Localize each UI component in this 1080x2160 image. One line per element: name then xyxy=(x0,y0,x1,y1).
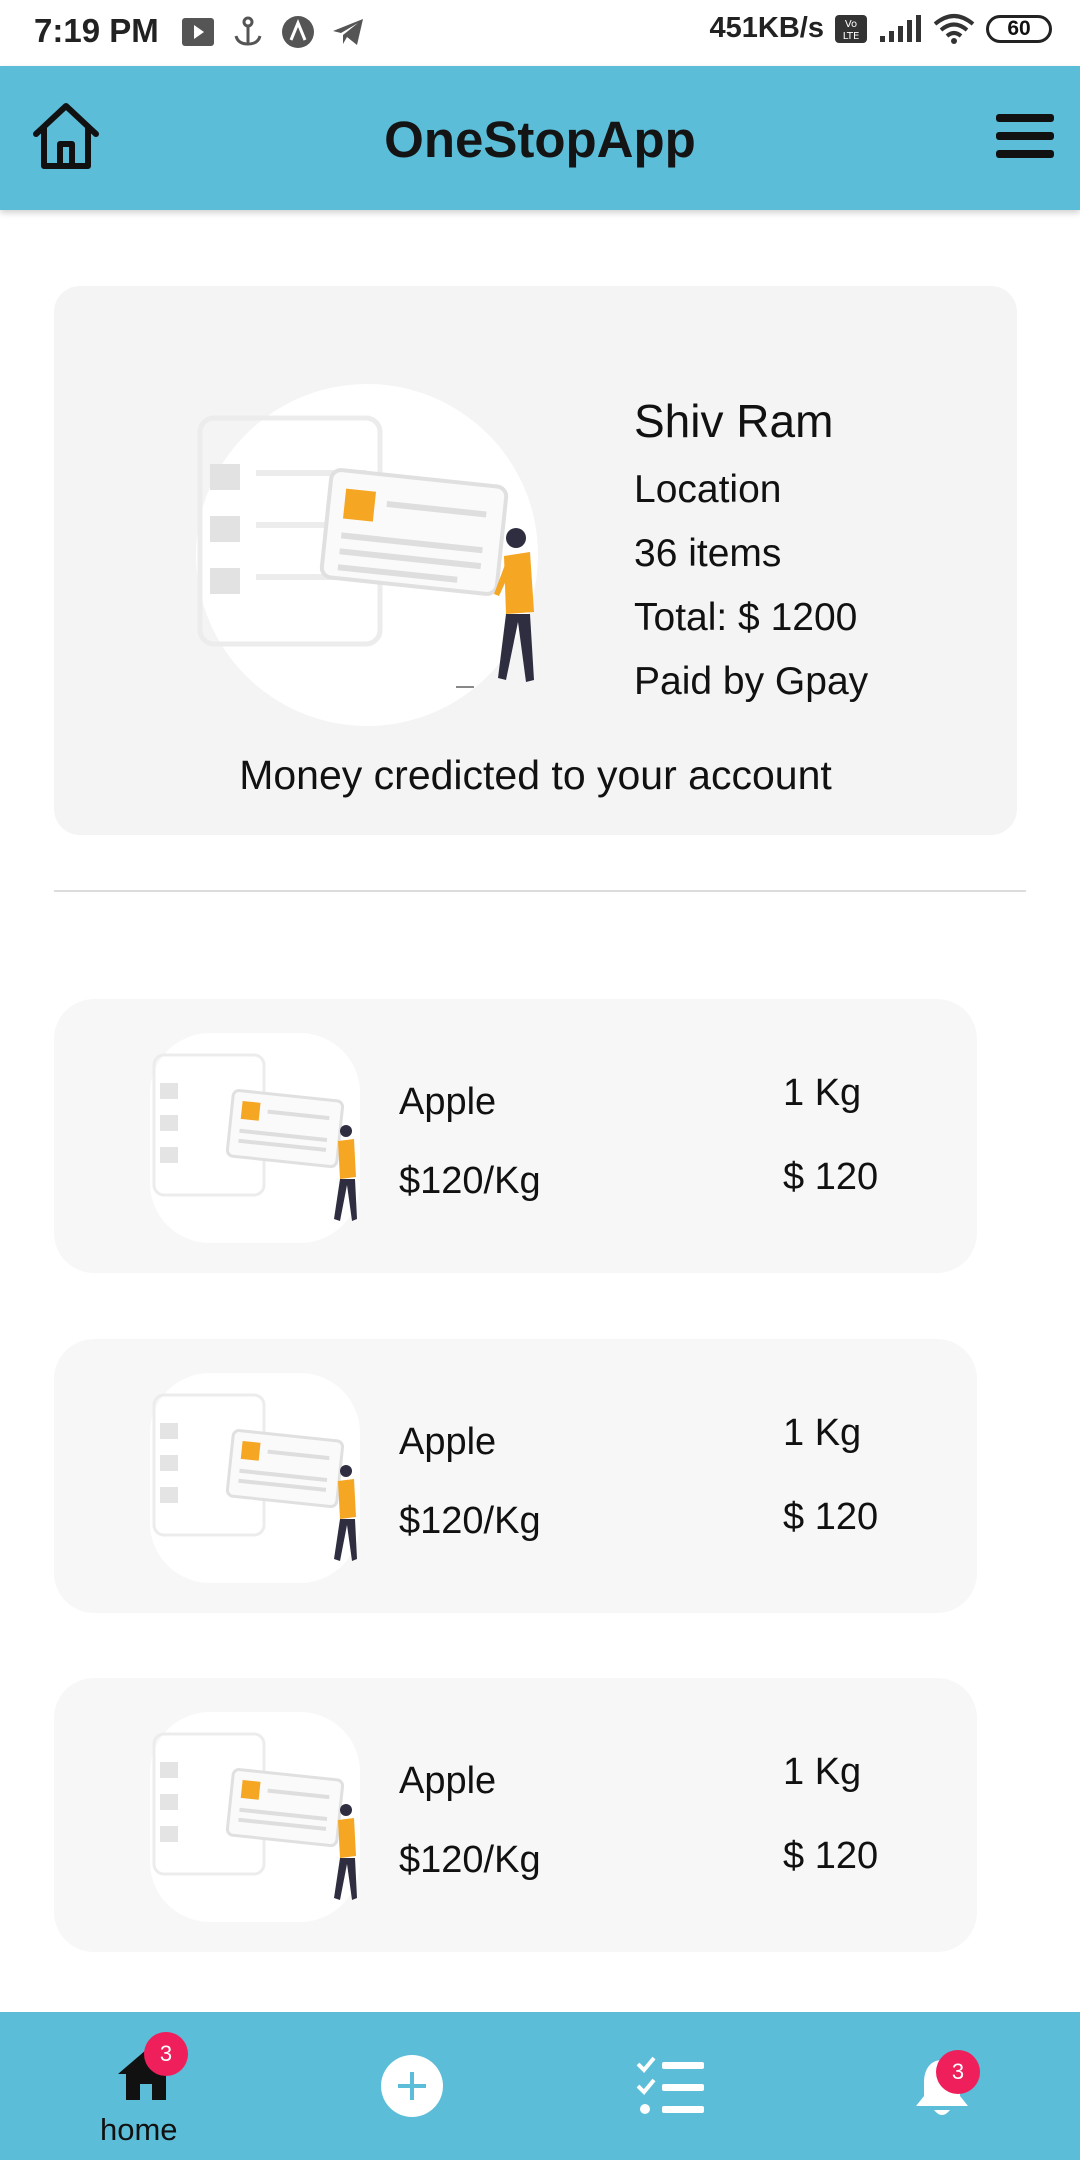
item-name: Apple xyxy=(399,1081,497,1123)
telegram-icon xyxy=(333,19,363,45)
customer-name: Shiv Ram xyxy=(634,395,834,447)
order-illustration xyxy=(196,384,538,726)
bottom-navigation: 3 home 3 xyxy=(0,2012,1080,2160)
item-price: $ 120 xyxy=(783,1835,879,1877)
section-divider xyxy=(54,890,1026,892)
item-quantity: 1 Kg xyxy=(783,1072,862,1114)
payment-message: Money credicted to your account xyxy=(239,752,832,798)
app-bar: OneStopApp xyxy=(0,66,1080,210)
status-left-icons xyxy=(180,14,366,50)
item-price: $ 120 xyxy=(783,1156,879,1198)
list-item[interactable]: Apple $120/Kg 1 Kg $ 120 xyxy=(54,999,977,1273)
home-badge: 3 xyxy=(144,2032,188,2076)
list-item[interactable]: Apple $120/Kg 1 Kg $ 120 xyxy=(54,1339,977,1613)
order-summary-card[interactable]: Shiv Ram Location 36 items Total: $ 1200… xyxy=(54,286,1017,835)
nav-notifications[interactable]: 3 xyxy=(906,2012,980,2160)
item-quantity: 1 Kg xyxy=(783,1751,862,1793)
status-time: 7:19 PM xyxy=(34,12,159,49)
anchor-icon xyxy=(234,16,262,46)
item-thumbnail xyxy=(150,1373,360,1583)
hamburger-menu-icon[interactable] xyxy=(994,110,1056,162)
item-price: $ 120 xyxy=(783,1496,879,1538)
list-item[interactable]: Apple $120/Kg 1 Kg $ 120 xyxy=(54,1678,977,1952)
payment-method: Paid by Gpay xyxy=(634,660,869,703)
item-thumbnail xyxy=(150,1712,360,1922)
svg-text:Vo: Vo xyxy=(845,19,857,30)
item-thumbnail xyxy=(150,1033,360,1243)
status-bar: 7:19 PM 451KB/s Vo LTE 60 xyxy=(0,0,1080,66)
order-info: Shiv Ram Location 36 items Total: $ 1200… xyxy=(634,394,868,724)
item-rate: $120/Kg xyxy=(399,1160,541,1202)
notification-badge: 3 xyxy=(936,2050,980,2094)
add-circle-icon xyxy=(381,2055,443,2117)
nav-home-label: home xyxy=(100,2112,178,2147)
item-rate: $120/Kg xyxy=(399,1839,541,1881)
checklist-icon xyxy=(636,2056,704,2114)
item-quantity: 1 Kg xyxy=(783,1412,862,1454)
svg-text:LTE: LTE xyxy=(843,31,860,42)
screen-record-icon xyxy=(182,18,214,46)
nav-tasks[interactable] xyxy=(636,2012,706,2160)
item-rate: $120/Kg xyxy=(399,1500,541,1542)
item-count: 36 items xyxy=(634,532,782,575)
network-speed: 451KB/s xyxy=(709,12,824,44)
item-name: Apple xyxy=(399,1760,497,1802)
status-right: 451KB/s Vo LTE 60 xyxy=(710,12,1052,45)
signal-icon xyxy=(880,14,921,42)
app-icon xyxy=(282,16,314,48)
app-title: OneStopApp xyxy=(384,111,696,168)
battery-icon: 60 xyxy=(986,14,1052,43)
battery-level: 60 xyxy=(1007,16,1031,40)
volte-icon: Vo LTE xyxy=(835,14,867,43)
order-total: Total: $ 1200 xyxy=(634,596,858,639)
item-name: Apple xyxy=(399,1421,497,1463)
nav-add[interactable] xyxy=(380,2012,444,2160)
wifi-icon xyxy=(933,13,975,44)
location-text: Location xyxy=(634,468,782,511)
